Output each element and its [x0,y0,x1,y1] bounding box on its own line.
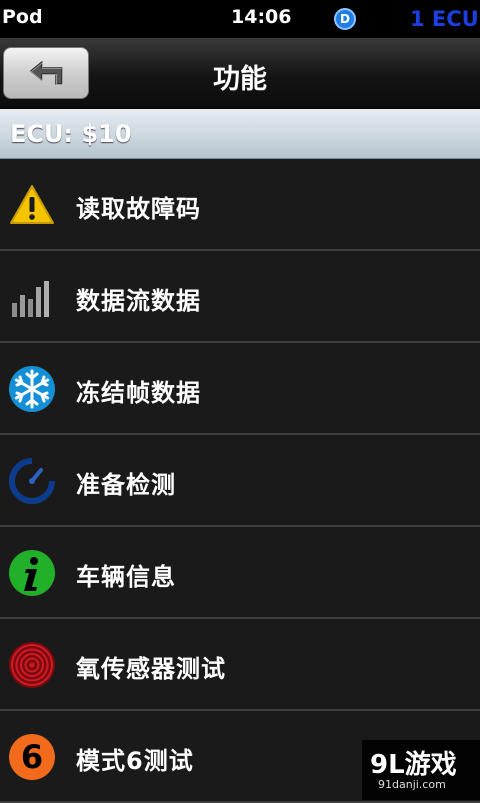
menu-item-label: 氧传感器测试 [76,649,226,684]
carrier-label: Pod [2,6,43,28]
watermark-url: 91danji.com [378,778,446,791]
function-list: 读取故障码 数据流数据 冻结帧数据 [0,159,480,803]
ecu-count: 1 ECU [410,7,479,31]
menu-item-freeze-frame[interactable]: 冻结帧数据 [0,343,480,435]
dealer-badge-icon: D [334,8,356,30]
menu-item-vehicle-info[interactable]: 车辆信息 [0,527,480,619]
navigation-bar: 功能 [0,38,480,109]
menu-item-label: 数据流数据 [76,281,201,316]
snowflake-icon [8,365,56,413]
clock: 14:06 [231,6,291,28]
menu-item-label: 冻结帧数据 [76,373,201,408]
menu-item-label: 读取故障码 [76,189,201,224]
menu-item-readiness[interactable]: 准备检测 [0,435,480,527]
menu-item-label: 模式6测试 [76,741,194,776]
oxygen-sensor-icon [8,641,56,689]
mode-six-icon: 6 [8,733,56,781]
ecu-label: ECU: $10 [10,120,132,148]
watermark-logo: 9L游戏 [370,744,457,781]
readiness-gauge-icon [8,457,56,505]
status-bar: Pod 14:06 D 1 ECU [0,0,480,38]
menu-item-read-dtc[interactable]: 读取故障码 [0,159,480,251]
info-icon [8,549,56,597]
menu-item-o2-sensor[interactable]: 氧传感器测试 [0,619,480,711]
menu-item-label: 准备检测 [76,465,176,500]
svg-text:6: 6 [21,738,43,776]
ecu-section-header: ECU: $10 [0,109,480,159]
bar-chart-icon [8,273,56,321]
menu-item-live-data[interactable]: 数据流数据 [0,251,480,343]
watermark: 9L游戏 91danji.com [362,740,480,800]
menu-item-label: 车辆信息 [76,557,176,592]
warning-icon [8,181,56,229]
page-title: 功能 [0,57,480,96]
